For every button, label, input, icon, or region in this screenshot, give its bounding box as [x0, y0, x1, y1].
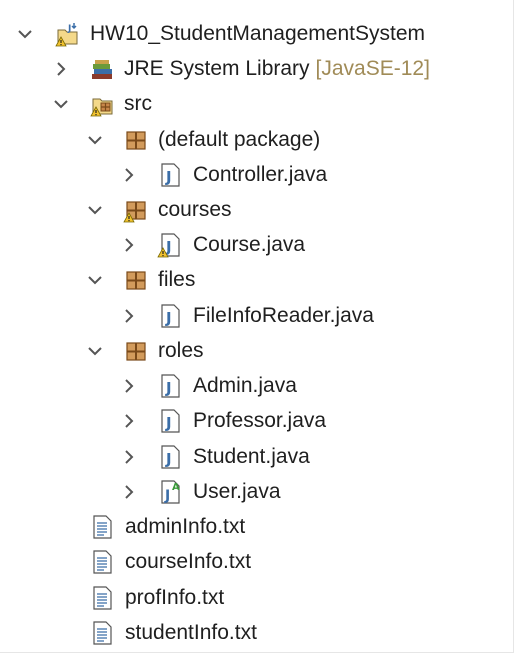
chevron-down-icon[interactable]: [53, 96, 69, 112]
tree-item-package[interactable]: courses: [0, 193, 514, 228]
svg-text:A: A: [172, 482, 180, 493]
java-file-icon: J: [161, 304, 180, 328]
svg-text:J: J: [164, 488, 170, 504]
tree-item-package[interactable]: files: [0, 263, 514, 298]
java-file-label: User.java: [193, 480, 281, 503]
tree-item-java-file[interactable]: J Controller.java: [0, 158, 514, 193]
java-file-label: Controller.java: [193, 163, 328, 186]
tree-item-package[interactable]: (default package): [0, 123, 514, 158]
chevron-down-icon[interactable]: [87, 343, 103, 359]
chevron-right-icon[interactable]: [121, 413, 137, 429]
chevron-down-icon[interactable]: [87, 132, 103, 148]
text-file-label: profInfo.txt: [125, 586, 225, 609]
tree-item-java-file[interactable]: J Professor.java: [0, 404, 514, 439]
chevron-right-icon[interactable]: [121, 378, 137, 394]
jre-library-label: JRE System Library [JavaSE-12]: [124, 56, 430, 82]
java-file-label: Professor.java: [193, 409, 327, 432]
jre-version-decoration: [JavaSE-12]: [315, 57, 430, 80]
svg-text:J: J: [67, 24, 71, 34]
tree-item-java-file[interactable]: J Student.java: [0, 440, 514, 475]
svg-text:J: J: [165, 379, 172, 397]
chevron-down-icon[interactable]: [17, 26, 33, 42]
package-icon: [126, 271, 146, 290]
java-file-label: FileInfoReader.java: [193, 304, 374, 327]
java-file-icon: J: [161, 445, 180, 469]
text-file-label: courseInfo.txt: [125, 550, 252, 573]
text-file-icon: [93, 621, 112, 645]
svg-text:J: J: [165, 309, 172, 327]
package-icon: [126, 342, 146, 361]
tree-item-java-file[interactable]: J Course.java: [0, 228, 514, 263]
java-file-icon: J: [161, 163, 180, 187]
chevron-down-icon[interactable]: [87, 272, 103, 288]
svg-text:J: J: [165, 414, 172, 432]
tree-item-text-file[interactable]: adminInfo.txt: [0, 510, 514, 545]
java-file-label: Student.java: [193, 445, 310, 468]
source-folder-warning-icon: [90, 98, 113, 117]
java-file-label: Admin.java: [193, 374, 297, 397]
package-label: roles: [158, 339, 204, 362]
text-file-label: adminInfo.txt: [125, 515, 246, 538]
svg-text:J: J: [165, 168, 172, 186]
library-books-icon: [92, 60, 112, 79]
text-file-icon: [93, 550, 112, 574]
tree-item-java-file[interactable]: J FileInfoReader.java: [0, 299, 514, 334]
tree-item-src[interactable]: src: [0, 87, 514, 122]
java-file-icon: J: [161, 374, 180, 398]
tree-item-java-file[interactable]: J A User.java: [0, 475, 514, 510]
tree-item-text-file[interactable]: courseInfo.txt: [0, 545, 514, 580]
chevron-right-icon[interactable]: [121, 167, 137, 183]
package-label: courses: [158, 198, 232, 221]
package-explorer-tree: J HW10_StudentManagementSystem JRE Syste…: [0, 0, 514, 653]
package-label: (default package): [158, 128, 321, 151]
java-file-warning-icon: J: [157, 233, 180, 258]
java-file-icon: J: [161, 409, 180, 433]
tree-item-package[interactable]: roles: [0, 334, 514, 369]
text-file-label: studentInfo.txt: [125, 621, 257, 644]
text-file-icon: [93, 586, 112, 610]
chevron-right-icon[interactable]: [121, 308, 137, 324]
package-icon: [126, 131, 146, 150]
tree-item-text-file[interactable]: studentInfo.txt: [0, 616, 514, 651]
jre-library-name: JRE System Library: [124, 57, 310, 80]
java-project-warning-icon: J: [55, 23, 78, 47]
chevron-right-icon[interactable]: [121, 484, 137, 500]
chevron-right-icon[interactable]: [121, 237, 137, 253]
tree-item-java-file[interactable]: J Admin.java: [0, 369, 514, 404]
chevron-right-icon[interactable]: [53, 61, 69, 77]
java-abstract-file-icon: J A: [161, 480, 180, 504]
java-file-label: Course.java: [193, 233, 306, 256]
tree-item-jre-library[interactable]: JRE System Library [JavaSE-12]: [0, 52, 514, 87]
tree-item-text-file[interactable]: profInfo.txt: [0, 581, 514, 616]
chevron-down-icon[interactable]: [87, 202, 103, 218]
package-warning-icon: [123, 201, 146, 223]
src-label: src: [124, 92, 152, 115]
package-label: files: [158, 268, 196, 291]
svg-text:J: J: [165, 450, 172, 468]
tree-item-project[interactable]: J HW10_StudentManagementSystem: [0, 17, 514, 52]
chevron-right-icon[interactable]: [121, 449, 137, 465]
text-file-icon: [93, 515, 112, 539]
project-name-label: HW10_StudentManagementSystem: [90, 22, 426, 45]
